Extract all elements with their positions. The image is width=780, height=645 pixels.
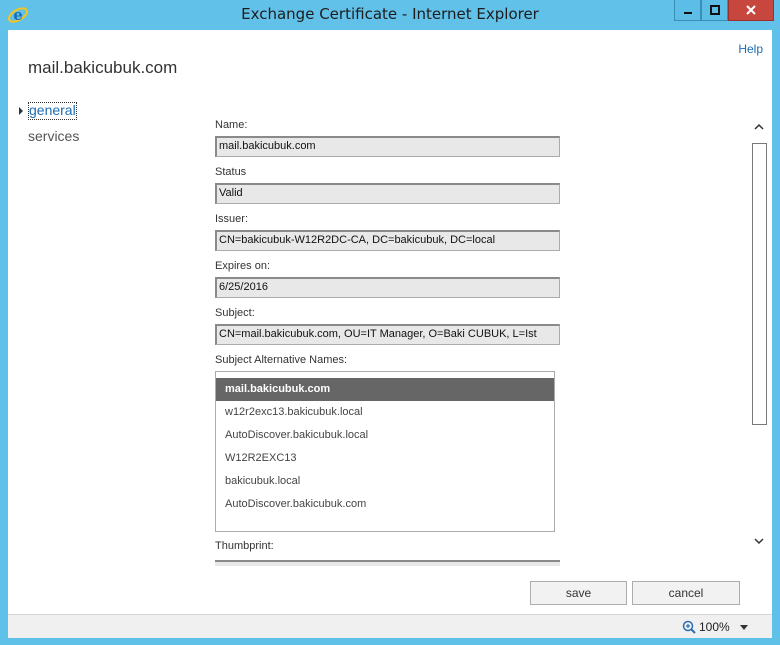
san-list-item[interactable]: AutoDiscover.bakicubuk.com — [216, 493, 554, 516]
page-content: Help mail.bakicubuk.com general services… — [8, 30, 772, 614]
dropdown-icon[interactable] — [740, 625, 748, 630]
san-list-item[interactable]: AutoDiscover.bakicubuk.local — [216, 424, 554, 447]
zoom-icon[interactable] — [682, 620, 696, 634]
expires-label: Expires on: — [215, 260, 271, 272]
maximize-icon — [709, 5, 720, 15]
issuer-label: Issuer: — [215, 213, 249, 225]
nav-item-services[interactable]: services — [28, 128, 79, 144]
nav-item-general[interactable]: general — [28, 102, 77, 120]
issuer-field[interactable]: CN=bakicubuk-W12R2DC-CA, DC=bakicubuk, D… — [215, 230, 560, 251]
san-list-item[interactable]: mail.bakicubuk.com — [216, 378, 554, 401]
san-label: Subject Alternative Names: — [215, 354, 348, 366]
minimize-icon — [683, 12, 692, 14]
name-label: Name: — [215, 119, 248, 131]
san-list-item[interactable]: bakicubuk.local — [216, 470, 554, 493]
status-label: Status — [215, 166, 247, 178]
san-list-item[interactable]: W12R2EXC13 — [216, 447, 554, 470]
help-link[interactable]: Help — [738, 42, 763, 56]
close-icon — [746, 5, 756, 15]
close-button[interactable] — [728, 0, 774, 21]
nav-arrow-icon — [19, 107, 23, 115]
cancel-button[interactable]: cancel — [632, 581, 740, 605]
window-title: Exchange Certificate - Internet Explorer — [241, 5, 539, 23]
status-bar: 100% — [8, 614, 772, 638]
minimize-button[interactable] — [674, 0, 701, 21]
san-list-item[interactable]: w12r2exc13.bakicubuk.local — [216, 401, 554, 424]
save-button[interactable]: save — [530, 581, 627, 605]
subject-field[interactable]: CN=mail.bakicubuk.com, OU=IT Manager, O=… — [215, 324, 560, 345]
scroll-down-icon[interactable] — [753, 535, 765, 547]
page-title: mail.bakicubuk.com — [28, 58, 178, 77]
thumbprint-label: Thumbprint: — [215, 540, 274, 552]
subject-label: Subject: — [215, 307, 255, 319]
name-field[interactable]: mail.bakicubuk.com — [215, 136, 560, 157]
status-field[interactable]: Valid — [215, 183, 560, 204]
thumbprint-field[interactable] — [215, 560, 560, 566]
title-bar: e Exchange Certificate - Internet Explor… — [0, 0, 780, 30]
scroll-up-icon[interactable] — [753, 121, 765, 133]
zoom-level[interactable]: 100% — [699, 620, 730, 634]
maximize-button[interactable] — [701, 0, 728, 21]
expires-field[interactable]: 6/25/2016 — [215, 277, 560, 298]
vertical-scrollbar[interactable] — [750, 121, 768, 551]
san-list[interactable]: mail.bakicubuk.com w12r2exc13.bakicubuk.… — [215, 371, 555, 532]
scrollbar-thumb[interactable] — [752, 143, 767, 425]
